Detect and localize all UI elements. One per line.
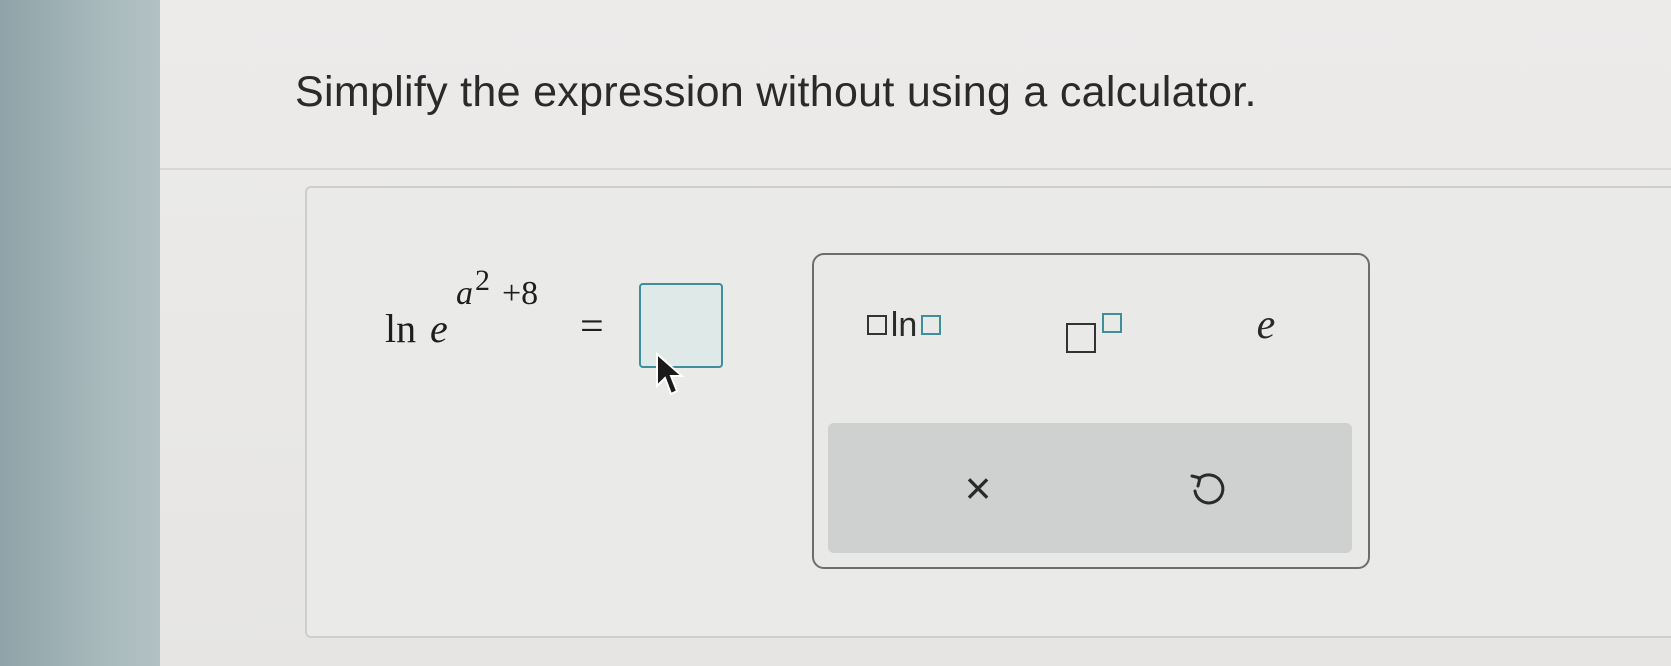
palette-action-bar: × (828, 423, 1352, 553)
mouse-cursor-icon (656, 352, 685, 396)
section-divider (160, 168, 1671, 170)
log-argument-box-icon (866, 315, 887, 335)
exponent-power: 2 (475, 264, 490, 297)
exponential-base: e (430, 306, 448, 351)
question-instruction: Simplify the expression without using a … (295, 68, 1257, 116)
e-constant-button[interactable]: e (1226, 295, 1306, 355)
power-base-box-icon (1066, 323, 1096, 353)
clear-button[interactable]: × (928, 453, 1028, 523)
exponent-variable: a (456, 275, 473, 312)
log-input-box-icon (921, 315, 942, 335)
undo-icon (1190, 473, 1225, 505)
exponent: a2 +8 (456, 264, 539, 313)
ln-function: ln (385, 306, 417, 351)
clear-icon: × (964, 462, 992, 514)
log-template-button[interactable]: ln (844, 295, 964, 355)
equals-sign: = (580, 304, 604, 350)
math-palette: ln e × (812, 253, 1370, 569)
power-exponent-box-icon (1102, 313, 1122, 333)
power-template-button[interactable] (1044, 295, 1134, 365)
exponent-constant: +8 (502, 275, 539, 312)
undo-button[interactable] (1158, 453, 1258, 523)
log-button-label: ln (890, 305, 918, 344)
